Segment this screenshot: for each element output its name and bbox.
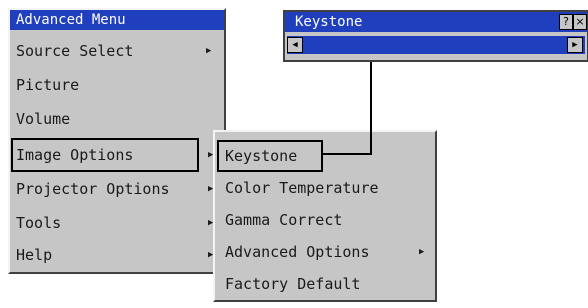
- submenu-item-advanced-options[interactable]: Advanced Options: [225, 237, 370, 267]
- menu-item-source-select[interactable]: Source Select: [16, 36, 133, 66]
- image-options-submenu: Keystone Color Temperature Gamma Correct…: [213, 130, 437, 302]
- submenu-item-gamma-correct[interactable]: Gamma Correct: [225, 205, 342, 235]
- question-icon[interactable]: ?: [559, 14, 573, 30]
- connector-line: [370, 62, 372, 155]
- advanced-menu-title: Advanced Menu: [10, 10, 224, 30]
- scroll-right-button[interactable]: ▶: [567, 37, 583, 53]
- menu-item-help[interactable]: Help: [16, 240, 52, 270]
- connector-line: [322, 153, 372, 155]
- keystone-window-title: Keystone: [285, 12, 587, 32]
- submenu-item-color-temperature[interactable]: Color Temperature: [225, 173, 379, 203]
- scroll-left-button[interactable]: ◀: [287, 37, 303, 53]
- submenu-item-keystone[interactable]: Keystone: [225, 141, 297, 171]
- submenu-arrow-icon: ▶: [206, 46, 212, 56]
- keystone-window-title-text: Keystone: [295, 14, 363, 30]
- submenu-arrow-icon: ▶: [419, 247, 425, 257]
- menu-item-picture[interactable]: Picture: [16, 70, 79, 100]
- keystone-scrollbar[interactable]: ◀ ▶: [287, 36, 585, 54]
- menu-item-projector-options[interactable]: Projector Options: [16, 174, 170, 204]
- menu-item-volume[interactable]: Volume: [16, 104, 70, 134]
- close-icon[interactable]: ×: [573, 14, 587, 30]
- menu-item-tools[interactable]: Tools: [16, 208, 61, 238]
- keystone-window: Keystone ? × ◀ ▶: [283, 10, 588, 62]
- menu-item-image-options[interactable]: Image Options: [16, 140, 133, 170]
- advanced-menu: Advanced Menu Source Select ▶ Picture Vo…: [8, 8, 226, 274]
- submenu-item-factory-default[interactable]: Factory Default: [225, 269, 360, 299]
